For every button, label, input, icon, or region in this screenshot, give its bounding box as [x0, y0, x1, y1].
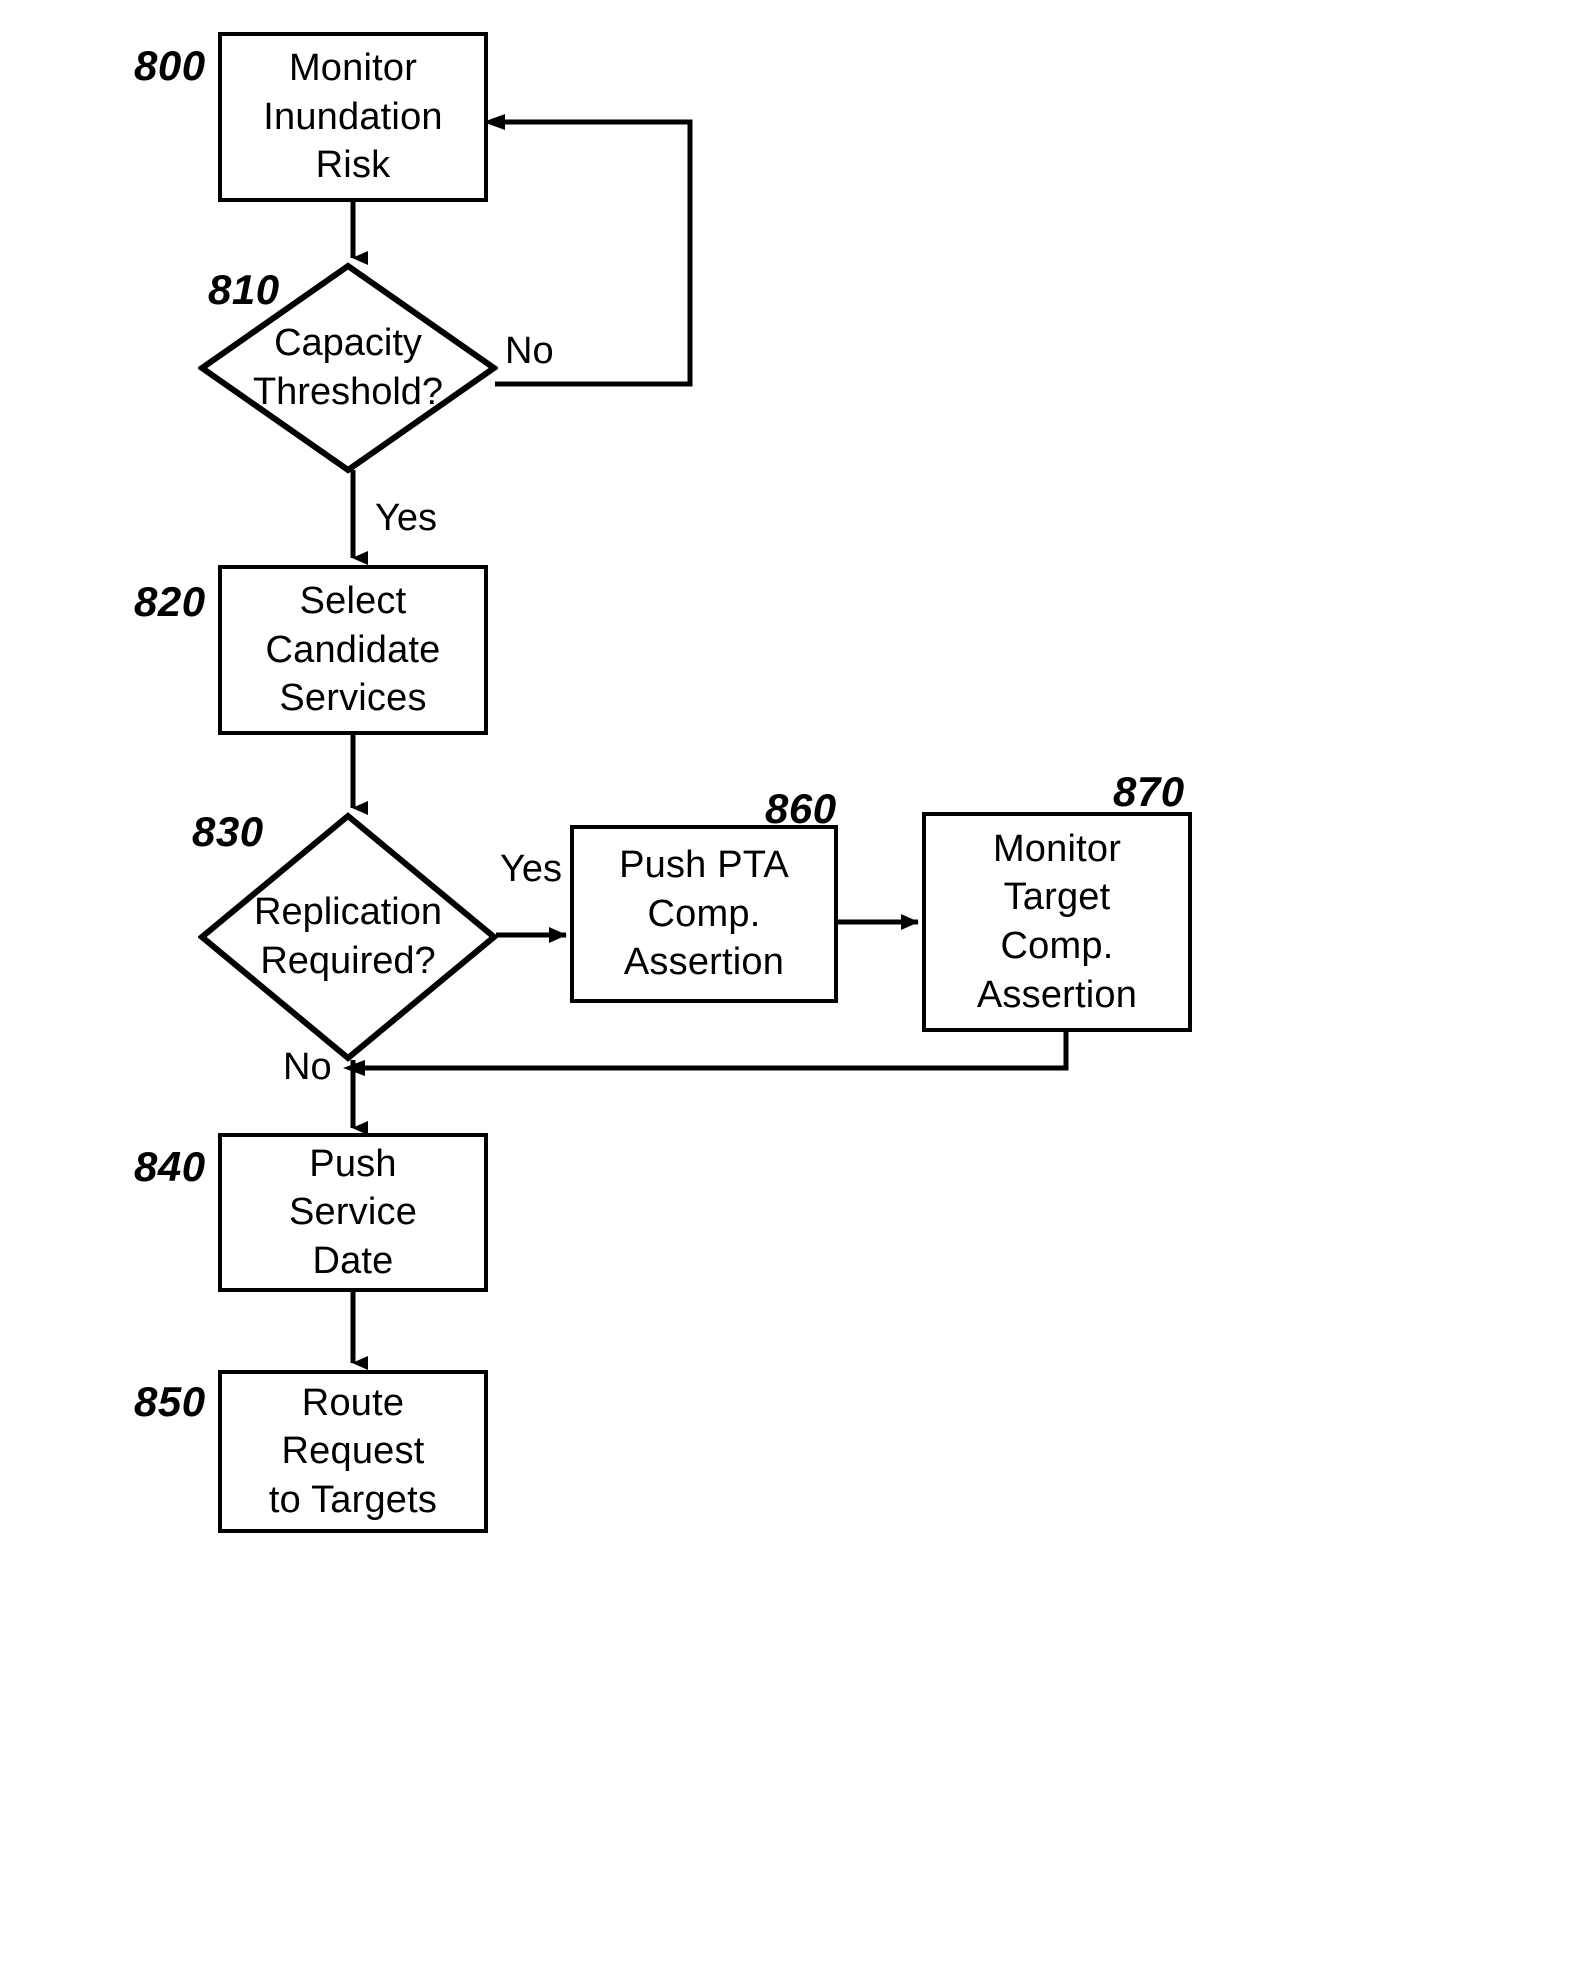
node-870-line-3: Comp. — [1000, 925, 1114, 967]
node-push-service-date[interactable]: Push Service Date — [218, 1133, 488, 1292]
ref-numeral-800: 800 — [134, 42, 206, 89]
node-820-line-2: Candidate — [265, 628, 441, 671]
node-860-line-2: Comp. — [647, 892, 761, 935]
node-840-line-2: Service — [288, 1191, 418, 1234]
ref-numeral-840: 840 — [134, 1143, 206, 1190]
node-860-line-1: Push PTA — [619, 844, 789, 887]
node-840-line-1: Push — [309, 1142, 397, 1185]
node-830-line-2: Required? — [260, 940, 436, 982]
flowchart-figure: 800 Monitor Inundation Risk 810 Capacity… — [0, 0, 1572, 1984]
node-820-line-3: Services — [279, 677, 427, 720]
node-820-line-1: Select — [299, 580, 407, 623]
edge-label-830-no: No — [283, 1046, 332, 1088]
node-800-line-2: Inundation — [263, 95, 443, 138]
node-capacity-threshold-decision[interactable]: Capacity Threshold? — [198, 262, 498, 474]
node-push-pta-comp-assertion[interactable]: Push PTA Comp. Assertion — [570, 825, 838, 1003]
node-830-line-1: Replication — [254, 890, 442, 933]
edge-label-830-yes: Yes — [500, 848, 562, 890]
ref-numeral-820: 820 — [134, 578, 206, 625]
edge-label-810-no: No — [505, 330, 554, 372]
node-select-candidate-services[interactable]: Select Candidate Services — [218, 565, 488, 735]
node-850-line-2: Request — [281, 1430, 425, 1473]
node-800-line-3: Risk — [315, 144, 391, 187]
node-870-line-4: Assertion — [976, 973, 1138, 1016]
node-860-line-3: Assertion — [623, 941, 785, 984]
node-replication-required-decision[interactable]: Replication Required? — [198, 812, 498, 1062]
node-850-line-1: Route — [301, 1381, 405, 1424]
node-810-line-1: Capacity — [274, 321, 422, 364]
ref-numeral-870: 870 — [1113, 768, 1185, 815]
edge-label-810-yes: Yes — [375, 497, 437, 539]
node-800-line-1: Monitor — [288, 47, 418, 90]
node-monitor-target-comp-assertion[interactable]: Monitor Target Comp. Assertion — [922, 812, 1192, 1032]
node-870-line-1: Monitor — [992, 827, 1122, 870]
node-850-line-3: to Targets — [268, 1478, 438, 1521]
node-route-request-to-targets[interactable]: Route Request to Targets — [218, 1370, 488, 1533]
node-810-line-2: Threshold? — [252, 371, 444, 413]
node-840-line-3: Date — [312, 1239, 394, 1282]
ref-numeral-850: 850 — [134, 1378, 206, 1425]
node-870-line-2: Target — [1003, 876, 1111, 919]
node-monitor-inundation-risk[interactable]: Monitor Inundation Risk — [218, 32, 488, 202]
